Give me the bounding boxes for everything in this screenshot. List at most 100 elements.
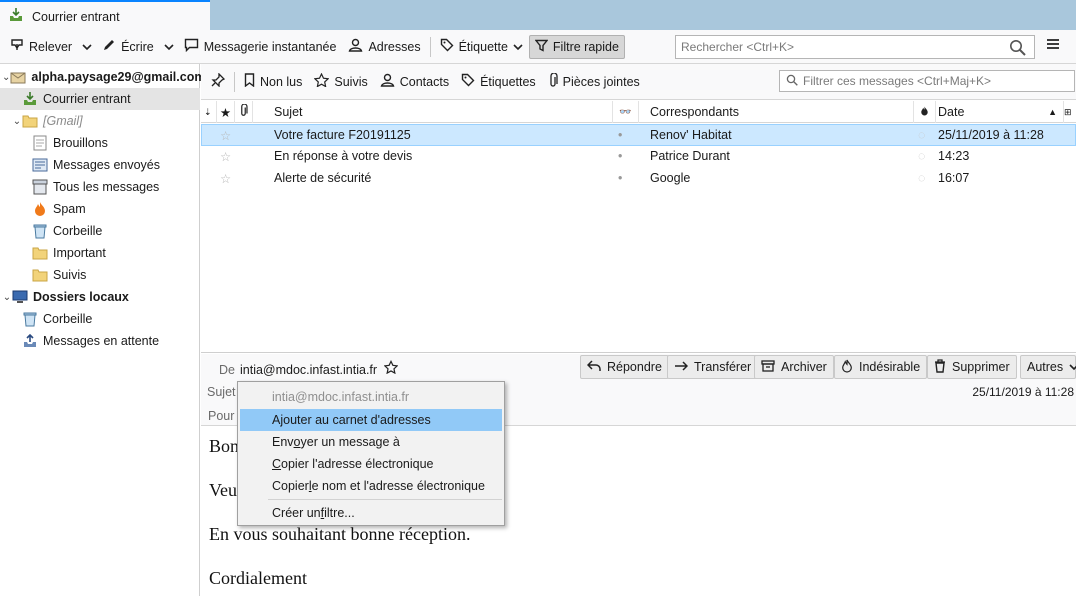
- junk-dot-icon[interactable]: ◌: [918, 149, 925, 163]
- folder-all-mail[interactable]: Tous les messages: [0, 176, 200, 198]
- junk-dot-icon[interactable]: ◌: [918, 171, 925, 185]
- from-address[interactable]: intia@mdoc.infast.intia.fr: [240, 363, 377, 377]
- folder-trash-label: Corbeille: [53, 224, 103, 238]
- inbox-icon: [8, 7, 24, 26]
- read-dot-icon[interactable]: •: [618, 128, 622, 142]
- address-book-label: Adresses: [368, 39, 421, 54]
- pencil-icon: [102, 38, 116, 55]
- read-dot-icon[interactable]: •: [618, 171, 622, 185]
- delete-button[interactable]: Supprimer: [927, 355, 1017, 379]
- body-line: Cordialement: [209, 568, 307, 588]
- address-book-button[interactable]: Adresses: [342, 35, 426, 59]
- read-dot-icon[interactable]: •: [618, 149, 622, 163]
- tag-button[interactable]: Étiquette: [434, 35, 529, 59]
- folder-drafts[interactable]: Brouillons: [0, 132, 200, 154]
- folder-local[interactable]: ⌄ Dossiers locaux: [0, 286, 200, 308]
- read-status-column[interactable]: 👓: [613, 101, 639, 123]
- menu-label-part: yer un message à: [300, 435, 400, 449]
- filter-attachments-button[interactable]: Pièces jointes: [542, 70, 646, 94]
- contacts-icon: [348, 38, 363, 55]
- get-mail-dropdown[interactable]: [78, 35, 96, 59]
- filter-unread-button[interactable]: Non lus: [238, 70, 308, 94]
- star-outline-icon[interactable]: [383, 359, 399, 377]
- chevron-down-icon: [513, 40, 523, 54]
- folder-account[interactable]: ⌄ alpha.paysage29@gmail.com: [0, 66, 205, 88]
- tag-icon: [440, 38, 454, 55]
- column-picker[interactable]: ⊞: [1064, 101, 1076, 123]
- message-subject: Alerte de sécurité: [274, 171, 372, 185]
- attachment-column[interactable]: [235, 101, 253, 123]
- correspondents-column[interactable]: Correspondants: [639, 101, 914, 123]
- star-outline-icon[interactable]: ☆: [220, 171, 231, 186]
- menu-email-label: intia@mdoc.infast.intia.fr: [272, 390, 410, 404]
- folder-all-mail-label: Tous les messages: [53, 180, 160, 194]
- chat-button[interactable]: Messagerie instantanée: [178, 35, 343, 59]
- reply-arrow-icon: [586, 359, 601, 375]
- filter-separator: [234, 71, 235, 92]
- subject-column[interactable]: Sujet: [253, 101, 613, 123]
- tab-inbox[interactable]: Courrier entrant: [0, 0, 210, 31]
- folder-starred[interactable]: Suivis: [0, 264, 200, 286]
- filter-messages-input[interactable]: Filtrer ces messages <Ctrl+Maj+K>: [779, 70, 1075, 92]
- body-line: Veu: [209, 480, 237, 500]
- forward-button[interactable]: Transférer: [667, 355, 759, 379]
- filter-attachments-label: Pièces jointes: [562, 74, 640, 89]
- tab-bar: Courrier entrant: [0, 0, 1076, 31]
- folder-local-trash[interactable]: Corbeille: [0, 308, 200, 330]
- quick-filter-button[interactable]: Filtre rapide: [528, 34, 625, 59]
- filter-starred-label: Suivis: [334, 74, 368, 89]
- write-button[interactable]: Écrire: [96, 35, 160, 59]
- reply-button[interactable]: Répondre: [580, 355, 669, 379]
- folder-sent-label: Messages envoyés: [53, 158, 161, 172]
- star-column[interactable]: ★: [217, 101, 235, 123]
- message-row[interactable]: ☆ Votre facture F20191125 • Renov' Habit…: [201, 124, 1076, 146]
- star-icon: ★: [219, 105, 232, 120]
- star-outline-icon[interactable]: ☆: [220, 128, 231, 143]
- trash-icon: [32, 223, 48, 239]
- address-context-menu: intia@mdoc.infast.intia.fr Aj outer au ca…: [237, 381, 505, 526]
- get-mail-button[interactable]: Relever: [4, 35, 78, 59]
- message-row[interactable]: ☆ En réponse à votre devis • Patrice Dur…: [201, 146, 1076, 168]
- folder-important[interactable]: Important: [0, 242, 200, 264]
- menu-item-add-to-address-book[interactable]: Aj outer au carnet d'adresses: [240, 409, 502, 431]
- folder-outbox[interactable]: Messages en attente: [0, 330, 200, 352]
- menu-accesskey: C: [272, 457, 282, 471]
- menu-label-part: Créer un: [272, 506, 321, 520]
- more-button[interactable]: Autres: [1020, 355, 1076, 379]
- folder-important-label: Important: [53, 246, 106, 260]
- sticky-filter-button[interactable]: [205, 70, 231, 94]
- filter-starred-button[interactable]: Suivis: [308, 70, 373, 94]
- flame-icon: [32, 201, 48, 217]
- folder-inbox[interactable]: Courrier entrant: [0, 88, 200, 110]
- menu-item-create-filter[interactable]: Créer un f iltre...: [240, 502, 502, 524]
- star-outline-icon[interactable]: ☆: [220, 149, 231, 164]
- folder-local-label: Dossiers locaux: [33, 290, 129, 304]
- write-dropdown[interactable]: [160, 35, 178, 59]
- archive-button[interactable]: Archiver: [754, 355, 834, 379]
- folder-trash[interactable]: Corbeille: [0, 220, 200, 242]
- folder-outbox-label: Messages en attente: [43, 334, 160, 348]
- chevron-down-icon: [82, 40, 92, 54]
- junk-label: Indésirable: [859, 360, 921, 374]
- filter-tags-button[interactable]: Étiquettes: [455, 70, 542, 94]
- junk-dot-icon[interactable]: ◌: [918, 128, 925, 142]
- menu-item-copy-name-and-address[interactable]: Copier le nom et l'adresse électronique: [240, 475, 502, 497]
- junk-button[interactable]: Indésirable: [834, 355, 928, 379]
- global-search-input[interactable]: Rechercher <Ctrl+K>: [675, 35, 1035, 59]
- folder-spam[interactable]: Spam: [0, 198, 200, 220]
- folder-sent[interactable]: Messages envoyés: [0, 154, 200, 176]
- thread-column-picker[interactable]: ⇣: [201, 101, 217, 123]
- chat-label: Messagerie instantanée: [203, 39, 337, 54]
- folder-gmail[interactable]: ⌄ [Gmail]: [0, 110, 200, 132]
- message-correspondent: Renov' Habitat: [650, 128, 732, 142]
- hamburger-menu-icon[interactable]: [1046, 37, 1060, 54]
- message-date: 14:23: [938, 149, 970, 163]
- filter-contacts-button[interactable]: Contacts: [374, 70, 455, 94]
- search-icon: [786, 74, 798, 89]
- junk-status-column[interactable]: [914, 101, 936, 123]
- menu-item-send-message[interactable]: Env o yer un message à: [240, 431, 502, 453]
- message-row[interactable]: ☆ Alerte de sécurité • Google ◌ 16:07: [201, 168, 1076, 190]
- date-column[interactable]: Date ▲: [936, 101, 1064, 123]
- quick-filter-bar: Non lus Suivis Contacts Étiquettes Pièce…: [201, 64, 1076, 100]
- menu-item-copy-address[interactable]: Copier l'adresse électronique: [240, 453, 502, 475]
